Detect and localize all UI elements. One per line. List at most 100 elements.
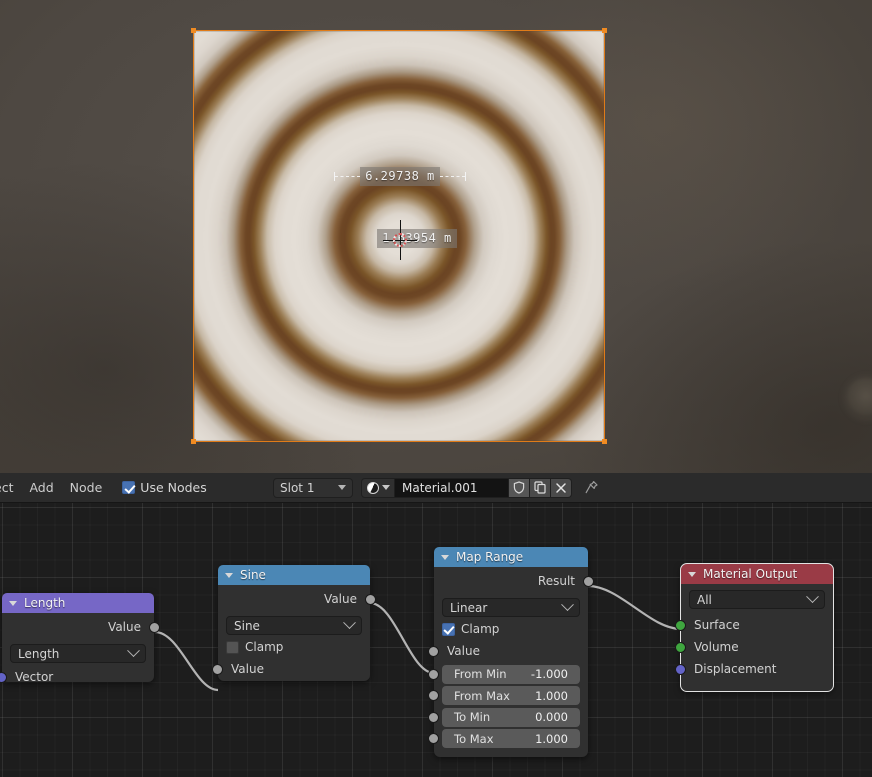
node-map-range-output-result[interactable]: Result [434, 570, 594, 592]
material-sphere-icon [366, 481, 379, 494]
output-label: Value [324, 592, 357, 606]
x-icon [556, 482, 566, 493]
node-map-range-header[interactable]: Map Range [434, 547, 588, 567]
collapse-triangle-icon[interactable] [688, 571, 696, 577]
operation-value: Length [18, 646, 60, 661]
node-sine-header[interactable]: Sine [218, 565, 370, 585]
collapse-triangle-icon[interactable] [9, 600, 17, 606]
material-name-input[interactable]: Material.001 [395, 477, 509, 498]
node-length-header[interactable]: Length [2, 593, 154, 613]
field-to-min[interactable]: To Min 0.000 [428, 707, 580, 727]
node-material-output-header[interactable]: Material Output [681, 564, 833, 584]
clamp-label: Clamp [461, 622, 500, 636]
field-to-max[interactable]: To Max 1.000 [428, 729, 580, 748]
socket-input-displacement[interactable] [675, 663, 686, 675]
node-canvas[interactable]: Length Value Length Vector Sine Value Si… [0, 503, 872, 777]
node-length-operation-dropdown[interactable]: Length [10, 644, 146, 663]
node-sine[interactable]: Sine Value Sine Clamp Value [212, 565, 376, 681]
node-length-input-vector[interactable]: Vector [0, 666, 154, 688]
node-material-output[interactable]: Material Output All Surface Volume Displ… [675, 563, 834, 692]
node-map-range-input-value[interactable]: Value [428, 640, 588, 662]
copy-icon [534, 481, 546, 494]
input-label: Value [231, 662, 264, 676]
slot-dropdown[interactable]: Slot 1 [273, 477, 353, 498]
link-maprange-to-output [587, 584, 682, 631]
node-editor-header: ect Add Node Use Nodes Slot 1 Material.0… [0, 473, 872, 503]
clamp-checkbox[interactable] [442, 622, 455, 636]
textured-plane-object[interactable] [191, 28, 607, 444]
use-nodes-toggle[interactable]: Use Nodes [116, 477, 212, 498]
socket-output-value[interactable] [149, 621, 160, 633]
menu-node[interactable]: Node [62, 477, 111, 498]
node-sine-operation-dropdown[interactable]: Sine [226, 616, 362, 635]
target-value: All [697, 592, 712, 607]
collapse-triangle-icon[interactable] [441, 554, 449, 560]
chevron-down-icon [127, 644, 140, 658]
socket-input-value[interactable] [212, 663, 223, 675]
procedural-rings-texture [194, 31, 604, 441]
node-sine-body: Value Sine Clamp Value [212, 588, 376, 680]
field-value: 0.000 [535, 710, 568, 724]
field-value: 1.000 [535, 688, 568, 703]
pin-button[interactable] [580, 478, 602, 498]
node-sine-clamp-toggle[interactable]: Clamp [226, 638, 362, 656]
menu-add[interactable]: Add [21, 477, 61, 498]
field-label: To Max [454, 731, 494, 746]
node-material-output-target-dropdown[interactable]: All [689, 590, 825, 609]
fake-user-button[interactable] [509, 477, 530, 498]
input-label: Vector [15, 670, 54, 684]
field-label: From Max [454, 688, 510, 703]
interpolation-value: Linear [450, 600, 488, 615]
chevron-down-icon [806, 590, 819, 604]
node-length-output-value[interactable]: Value [2, 616, 160, 638]
menu-select[interactable]: ect [0, 477, 21, 498]
use-nodes-checkbox[interactable] [122, 481, 136, 494]
node-output-input-surface[interactable]: Surface [675, 614, 833, 636]
node-length-title: Length [24, 596, 66, 610]
socket-from-min[interactable] [428, 668, 439, 680]
node-map-range-interpolation-dropdown[interactable]: Linear [442, 598, 580, 617]
shader-node-editor[interactable]: ect Add Node Use Nodes Slot 1 Material.0… [0, 473, 872, 777]
chevron-down-icon [343, 616, 356, 630]
node-length-body: Value Length Vector [0, 616, 160, 688]
node-map-range[interactable]: Map Range Result Linear Clamp Value From… [428, 547, 594, 757]
link-length-to-sine [154, 630, 219, 692]
node-map-range-title: Map Range [456, 550, 524, 564]
node-output-input-volume[interactable]: Volume [675, 636, 833, 658]
socket-output-value[interactable] [365, 593, 376, 605]
collapse-triangle-icon[interactable] [225, 572, 233, 578]
socket-input-volume[interactable] [675, 641, 686, 653]
node-map-range-clamp-toggle[interactable]: Clamp [442, 620, 580, 638]
field-label: From Min [454, 667, 507, 681]
slot-value: Slot 1 [280, 480, 315, 495]
node-output-input-displacement[interactable]: Displacement [675, 658, 833, 680]
node-material-output-title: Material Output [703, 567, 798, 581]
chevron-down-icon [561, 598, 574, 612]
clamp-checkbox[interactable] [226, 640, 239, 654]
socket-to-min[interactable] [428, 711, 439, 723]
socket-to-max[interactable] [428, 733, 439, 744]
socket-output-result[interactable] [583, 575, 594, 587]
output-label: Result [537, 574, 575, 588]
node-material-output-body: All Surface Volume Displacement [675, 590, 833, 680]
field-value: -1.000 [530, 667, 568, 681]
3d-viewport[interactable]: 6.29738 m 1.63954 m [0, 0, 872, 473]
socket-input-vector[interactable] [0, 671, 7, 683]
node-length[interactable]: Length Value Length Vector [0, 593, 160, 684]
material-browse-button[interactable] [361, 477, 395, 498]
navigation-gizmo-icon[interactable] [846, 378, 872, 418]
unlink-material-button[interactable] [551, 477, 572, 498]
material-datablock-widget: Material.001 [361, 477, 602, 498]
socket-input-surface[interactable] [675, 619, 686, 631]
socket-input-value[interactable] [428, 645, 439, 657]
duplicate-material-button[interactable] [530, 477, 551, 498]
field-from-max[interactable]: From Max 1.000 [428, 686, 580, 705]
node-sine-title: Sine [240, 568, 266, 582]
node-sine-input-value[interactable]: Value [212, 658, 370, 680]
node-sine-output-value[interactable]: Value [218, 588, 376, 610]
field-from-min[interactable]: From Min -1.000 [428, 664, 580, 684]
field-label: To Min [454, 710, 491, 724]
shield-icon [513, 481, 525, 494]
socket-from-max[interactable] [428, 690, 439, 701]
slot-dropdown-inner[interactable]: Slot 1 [273, 477, 353, 498]
